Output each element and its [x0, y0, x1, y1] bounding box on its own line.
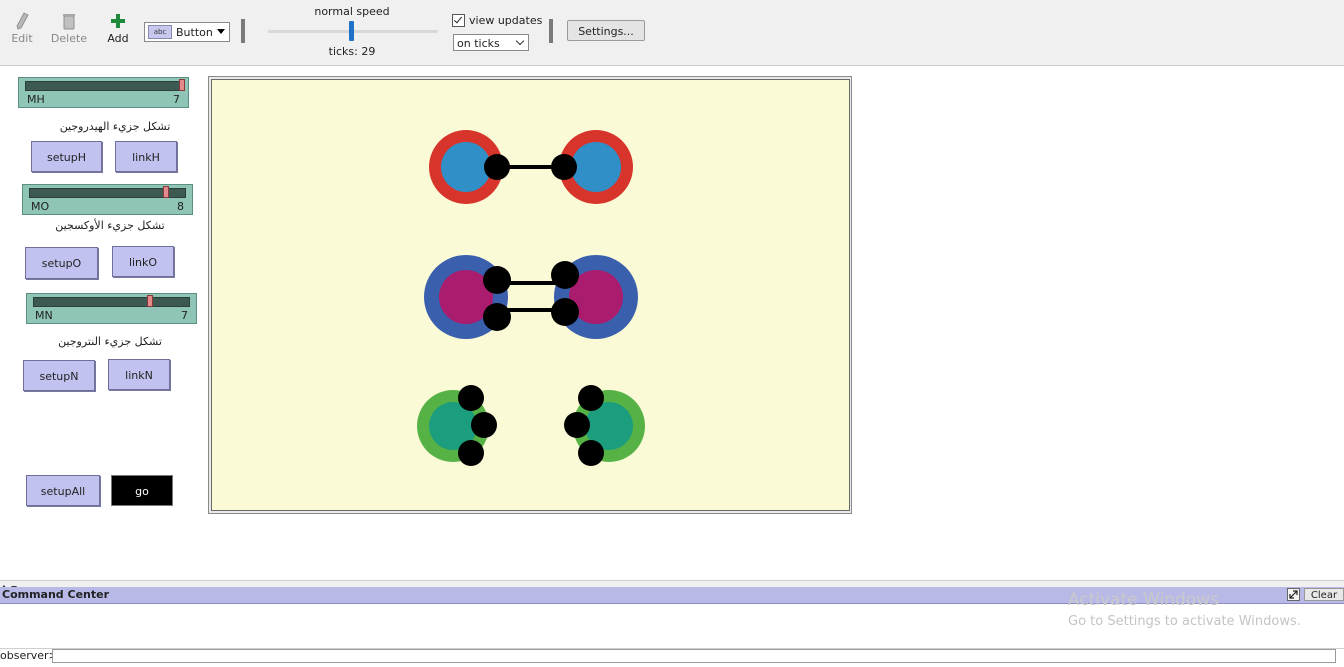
electron: [564, 412, 590, 438]
widget-type-select[interactable]: abc Button: [144, 22, 230, 42]
slider-knob[interactable]: [147, 295, 153, 307]
slider-knob[interactable]: [179, 79, 185, 91]
electron: [483, 303, 511, 331]
nitrogen-atoms: [417, 385, 645, 466]
toolbar-separator: [549, 19, 553, 43]
update-mode-value: on ticks: [457, 37, 500, 50]
ticks-counter: ticks: 29: [300, 45, 404, 58]
button-widget-icon: abc: [148, 25, 172, 39]
plus-icon: [96, 10, 140, 32]
slider-mh[interactable]: MH 7: [18, 77, 189, 108]
setupN-button[interactable]: setupN: [23, 360, 95, 391]
toolbar-separator: [241, 19, 245, 43]
linkH-button[interactable]: linkH: [115, 141, 177, 172]
speed-slider-thumb[interactable]: [349, 21, 354, 41]
linkN-button[interactable]: linkN: [108, 359, 170, 390]
chevron-down-icon: [515, 36, 525, 46]
add-tool[interactable]: Add: [96, 10, 140, 45]
observer-prompt[interactable]: observer>: [0, 649, 58, 662]
note-nitrogen: تشكل جزيء النتروجين: [58, 335, 162, 348]
slider-name: MH: [27, 93, 45, 106]
slider-name: MN: [35, 309, 53, 322]
command-input[interactable]: [52, 649, 1336, 663]
electron: [551, 261, 579, 289]
world-view[interactable]: [211, 79, 850, 511]
hydrogen-atom-right-core: [571, 142, 621, 192]
add-label: Add: [107, 32, 129, 45]
electron: [551, 154, 577, 180]
watermark-title: Activate Windows: [1068, 590, 1219, 610]
trash-icon: [47, 10, 91, 32]
pencil-icon: [0, 10, 44, 32]
setupH-button[interactable]: setupH: [31, 141, 102, 172]
electron: [458, 385, 484, 411]
slider-track: [33, 297, 190, 307]
world-canvas: [417, 130, 645, 466]
slider-mn[interactable]: MN 7: [26, 293, 197, 324]
electron: [551, 298, 579, 326]
delete-tool[interactable]: Delete: [47, 10, 91, 45]
slider-value: 7: [181, 309, 188, 322]
hydrogen-molecule: [429, 130, 633, 204]
electron: [484, 154, 510, 180]
checkbox-checked-icon: [452, 14, 465, 27]
edit-tool[interactable]: Edit: [0, 10, 44, 45]
note-hydrogen: تشكل جزيء الهيدروجين: [59, 120, 171, 133]
linkO-button[interactable]: linkO: [112, 246, 174, 277]
setupO-button[interactable]: setupO: [25, 247, 98, 279]
command-center-title: Command Center: [2, 588, 110, 601]
update-mode-select[interactable]: on ticks: [453, 34, 529, 51]
settings-button[interactable]: Settings...: [567, 20, 645, 41]
go-button[interactable]: go: [111, 475, 173, 506]
slider-value: 8: [177, 200, 184, 213]
ticks-value: 29: [361, 45, 376, 58]
view-updates-label: view updates: [469, 14, 543, 27]
electron: [458, 440, 484, 466]
electron: [578, 440, 604, 466]
expand-icon[interactable]: [1287, 588, 1300, 601]
electron: [578, 385, 604, 411]
slider-knob[interactable]: [163, 186, 169, 198]
ticks-label: ticks:: [328, 45, 358, 58]
slider-mo[interactable]: MO 8: [22, 184, 193, 215]
view-updates-checkbox[interactable]: view updates: [452, 14, 542, 27]
slider-track: [25, 81, 182, 91]
edit-label: Edit: [11, 32, 33, 45]
hydrogen-atom-left-core: [441, 142, 491, 192]
widget-type-value: Button: [176, 25, 213, 39]
note-oxygen: تشكل جزيء الأوكسجين: [55, 219, 165, 232]
dropdown-arrow-icon: [217, 29, 225, 34]
electron: [483, 266, 511, 294]
slider-name: MO: [31, 200, 50, 213]
watermark-subtitle: Go to Settings to activate Windows.: [1068, 614, 1301, 629]
setupAll-button[interactable]: setupAll: [26, 475, 100, 506]
delete-label: Delete: [50, 32, 88, 45]
speed-label: normal speed: [314, 5, 390, 18]
electron: [471, 412, 497, 438]
oxygen-molecule: [424, 255, 638, 339]
clear-button[interactable]: Clear: [1304, 588, 1344, 601]
slider-value: 7: [173, 93, 180, 106]
